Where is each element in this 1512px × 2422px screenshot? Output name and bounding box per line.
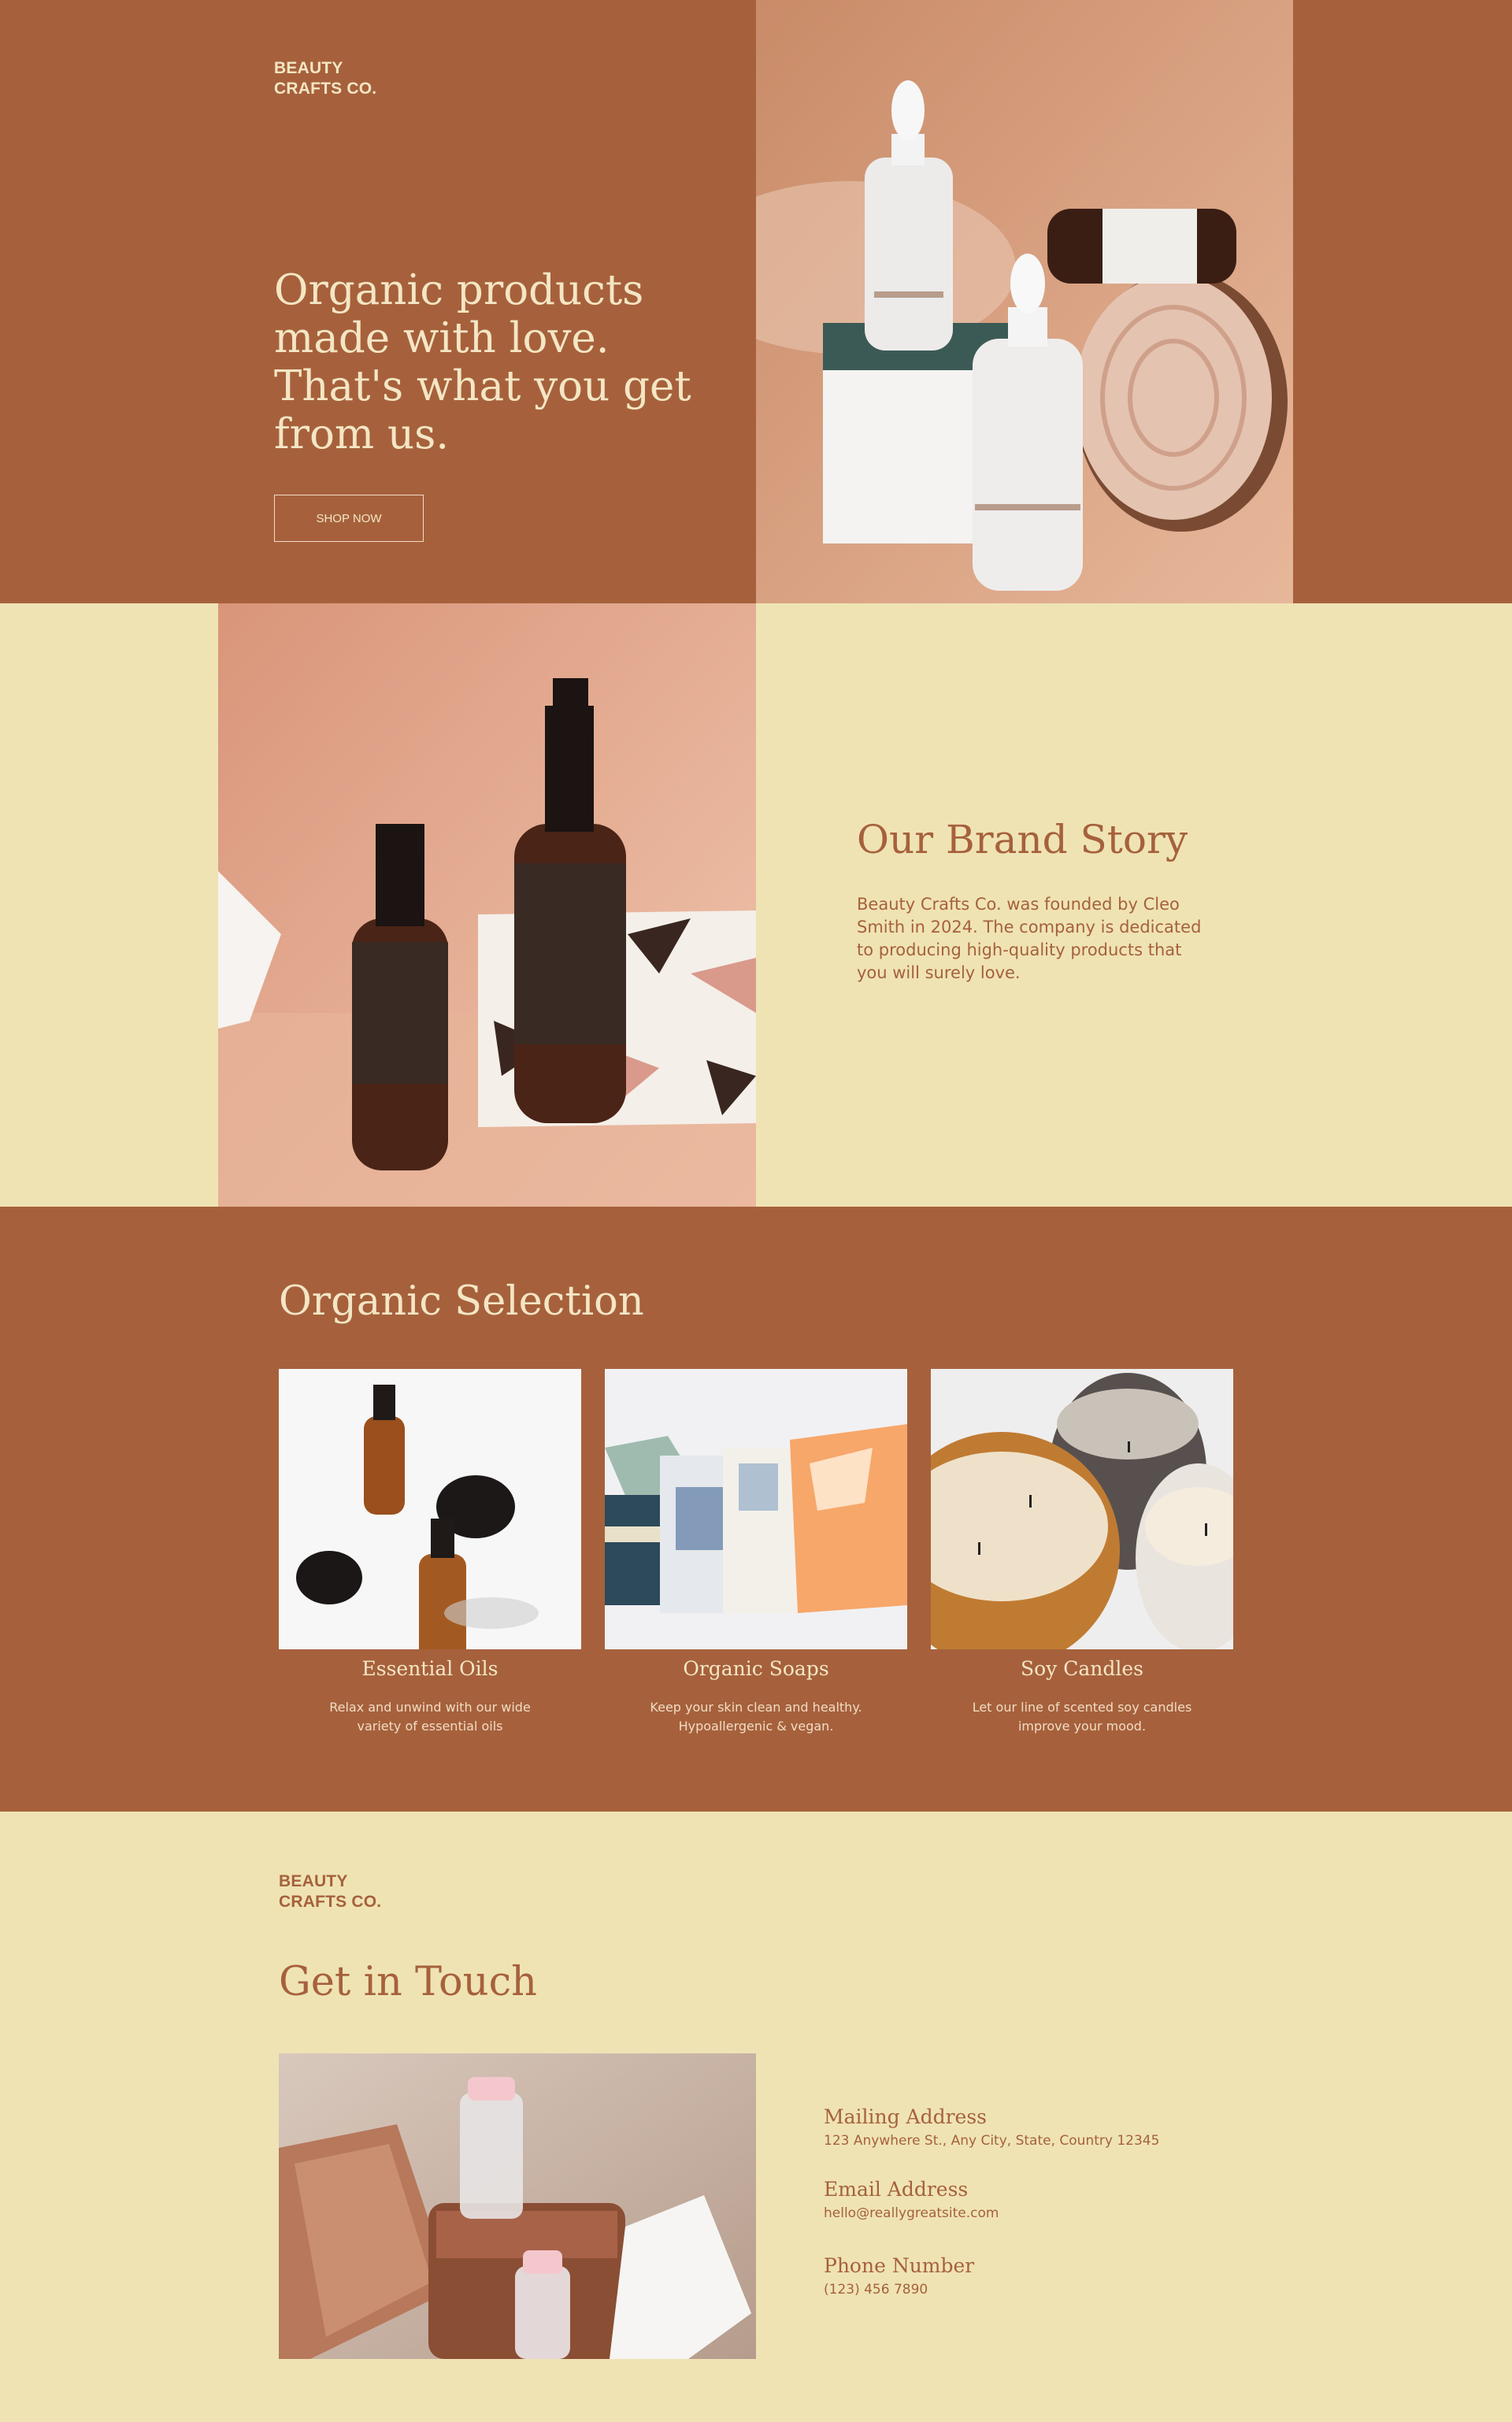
brand-story-body: Beauty Crafts Co. was founded by Cleo Sm…	[857, 895, 1202, 982]
brand-logo[interactable]: BEAUTY CRAFTS CO.	[274, 58, 510, 99]
product-card-soy-candles[interactable]: Soy Candles Let our line of scented soy …	[931, 1369, 1233, 1756]
brand-story-title: Our Brand Story	[857, 817, 1188, 862]
soy-candles-photo	[931, 1369, 1233, 1649]
product-title: Essential Oils	[361, 1657, 498, 1680]
contact-title: Get in Touch	[279, 1959, 538, 2005]
brand-story-section: Our Brand Story Beauty Crafts Co. was fo…	[0, 603, 1512, 1207]
story-product-photo	[218, 603, 756, 1207]
essential-oils-photo	[279, 1369, 581, 1649]
footer-brand-logo[interactable]: BEAUTY CRAFTS CO.	[279, 1871, 515, 1912]
product-title: Organic Soaps	[683, 1657, 829, 1680]
hero-headline: Organic products made with love. That's …	[274, 266, 691, 458]
mailing-address-value: 123 Anywhere St., Any City, State, Count…	[824, 2133, 1160, 2149]
contact-section: BEAUTY CRAFTS CO. Get in Touch Mailing A…	[0, 1812, 1512, 2422]
organic-selection-section: Organic Selection Essential Oils Relax a…	[0, 1207, 1512, 1812]
organic-soaps-photo	[605, 1369, 907, 1649]
product-title: Soy Candles	[1020, 1657, 1143, 1680]
phone-number-label: Phone Number	[824, 2254, 975, 2277]
selection-title: Organic Selection	[279, 1278, 644, 1325]
product-description: Keep your skin clean and healthy. Hypoal…	[650, 1700, 862, 1734]
mailing-address-label: Mailing Address	[824, 2105, 988, 2128]
product-description: Let our line of scented soy candles impr…	[972, 1700, 1192, 1734]
shop-now-button[interactable]: SHOP NOW	[274, 495, 424, 542]
product-card-essential-oils[interactable]: Essential Oils Relax and unwind with our…	[279, 1369, 581, 1756]
product-description: Relax and unwind with our wide variety o…	[329, 1700, 531, 1734]
email-address-label: Email Address	[824, 2178, 969, 2201]
email-address-value[interactable]: hello@reallygreatsite.com	[824, 2205, 999, 2221]
hero-section: BEAUTY CRAFTS CO. Organic products made …	[0, 0, 1512, 603]
contact-product-photo	[279, 2053, 756, 2359]
product-card-organic-soaps[interactable]: Organic Soaps Keep your skin clean and h…	[605, 1369, 907, 1756]
hero-product-photo	[756, 0, 1293, 603]
phone-number-value[interactable]: (123) 456 7890	[824, 2282, 928, 2298]
